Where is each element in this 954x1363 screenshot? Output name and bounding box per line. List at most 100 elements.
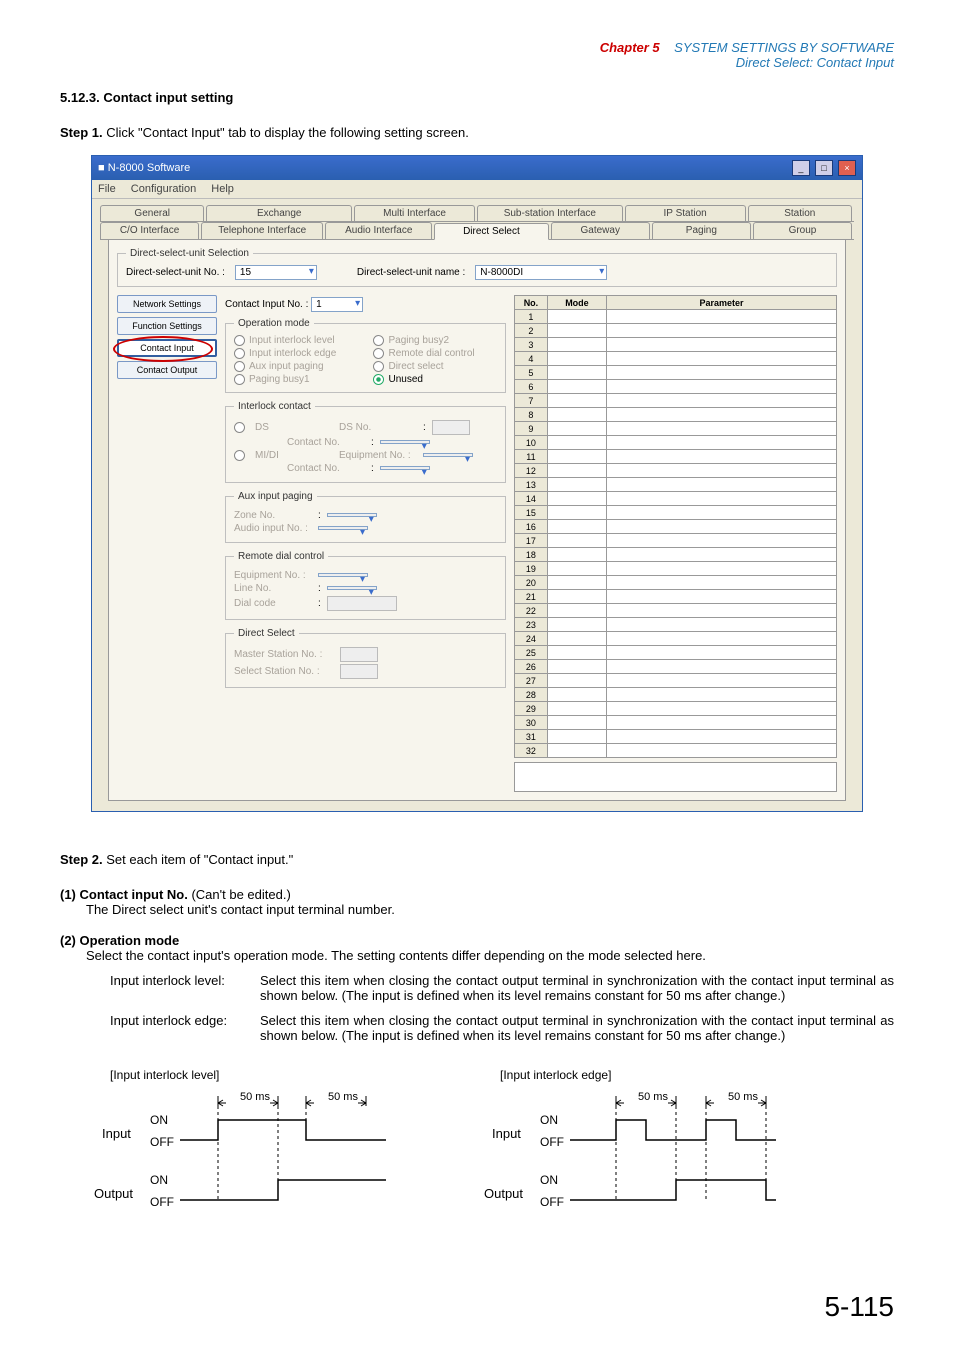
table-row[interactable]: 2 (514, 324, 836, 338)
cell-parameter (606, 660, 836, 674)
table-row[interactable]: 6 (514, 380, 836, 394)
cell-parameter (606, 688, 836, 702)
radio-unused[interactable]: Unused (373, 374, 496, 385)
radio-paging-busy2[interactable]: Paging busy2 (373, 335, 496, 346)
cell-no: 4 (514, 352, 547, 366)
table-row[interactable]: 7 (514, 394, 836, 408)
sidetab-network-settings[interactable]: Network Settings (117, 295, 217, 313)
tab-paging[interactable]: Paging (652, 222, 751, 239)
tab-general[interactable]: General (100, 205, 204, 221)
table-row[interactable]: 17 (514, 534, 836, 548)
menu-configuration[interactable]: Configuration (131, 183, 196, 195)
zone-no-combo[interactable] (327, 513, 377, 517)
cell-parameter (606, 352, 836, 366)
table-row[interactable]: 1 (514, 310, 836, 324)
data-table: No. Mode Parameter 123456789101112131415… (514, 295, 837, 758)
titlebar[interactable]: ■ N-8000 Software _ □ × (92, 156, 862, 180)
sidetab-contact-input[interactable]: Contact Input (117, 339, 217, 357)
tab-group[interactable]: Group (753, 222, 852, 239)
table-row[interactable]: 30 (514, 716, 836, 730)
table-row[interactable]: 21 (514, 590, 836, 604)
table-row[interactable]: 25 (514, 646, 836, 660)
tab-multi-interface[interactable]: Multi Interface (354, 205, 475, 221)
cell-no: 21 (514, 590, 547, 604)
tab-co-interface[interactable]: C/O Interface (100, 222, 199, 239)
table-row[interactable]: 14 (514, 492, 836, 506)
table-row[interactable]: 10 (514, 436, 836, 450)
radio-aux-input-paging[interactable]: Aux input paging (234, 361, 357, 372)
table-row[interactable]: 16 (514, 520, 836, 534)
table-row[interactable]: 32 (514, 744, 836, 758)
table-row[interactable]: 8 (514, 408, 836, 422)
radio-paging-busy1[interactable]: Paging busy1 (234, 374, 357, 385)
radio-midi[interactable]: MI/DI (255, 450, 333, 461)
table-row[interactable]: 9 (514, 422, 836, 436)
menu-help[interactable]: Help (211, 183, 234, 195)
sidetab-contact-output[interactable]: Contact Output (117, 361, 217, 379)
menu-file[interactable]: File (98, 183, 116, 195)
select-station-no-input[interactable] (340, 664, 378, 679)
table-row[interactable]: 23 (514, 618, 836, 632)
tab-direct-select[interactable]: Direct Select (434, 223, 549, 240)
cell-parameter (606, 562, 836, 576)
tab-exchange[interactable]: Exchange (206, 205, 352, 221)
interlock-contact-no-combo[interactable] (380, 440, 430, 444)
tab-audio-interface[interactable]: Audio Interface (325, 222, 432, 239)
master-station-no-input[interactable] (340, 647, 378, 662)
table-row[interactable]: 29 (514, 702, 836, 716)
table-row[interactable]: 27 (514, 674, 836, 688)
tab-telephone-interface[interactable]: Telephone Interface (201, 222, 323, 239)
maximize-button[interactable]: □ (815, 160, 833, 176)
table-row[interactable]: 31 (514, 730, 836, 744)
tab-gateway[interactable]: Gateway (551, 222, 650, 239)
cell-parameter (606, 576, 836, 590)
remote-equipment-no-combo[interactable] (318, 573, 368, 577)
table-row[interactable]: 11 (514, 450, 836, 464)
interlock-contact-legend: Interlock contact (234, 401, 315, 412)
unit-no-combo[interactable]: 15 (235, 265, 317, 280)
desc-row-2: Input interlock edge: Select this item w… (110, 1013, 894, 1043)
table-row[interactable]: 18 (514, 548, 836, 562)
dial-code-input[interactable] (327, 596, 397, 611)
table-row[interactable]: 19 (514, 562, 836, 576)
center-col: Contact Input No. : 1 Operation mode Inp… (225, 295, 506, 792)
cell-no: 11 (514, 450, 547, 464)
tab-station[interactable]: Station (748, 205, 852, 221)
radio-input-interlock-edge[interactable]: Input interlock edge (234, 348, 357, 359)
line-no-combo[interactable] (327, 586, 377, 590)
tab-ip-station[interactable]: IP Station (625, 205, 746, 221)
minimize-button[interactable]: _ (792, 160, 810, 176)
table-row[interactable]: 4 (514, 352, 836, 366)
ds-no-input[interactable] (432, 420, 470, 435)
radio-input-interlock-level[interactable]: Input interlock level (234, 335, 357, 346)
table-row[interactable]: 3 (514, 338, 836, 352)
cell-no: 13 (514, 478, 547, 492)
table-row[interactable]: 26 (514, 660, 836, 674)
radio-direct-select[interactable]: Direct select (373, 361, 496, 372)
table-row[interactable]: 24 (514, 632, 836, 646)
table-row[interactable]: 20 (514, 576, 836, 590)
e-on: ON (540, 1113, 558, 1127)
cell-mode (547, 422, 606, 436)
close-button[interactable]: × (838, 160, 856, 176)
radio-remote-dial-control[interactable]: Remote dial control (373, 348, 496, 359)
radio-ds[interactable]: DS (255, 422, 333, 433)
audio-input-no-combo[interactable] (318, 526, 368, 530)
table-row[interactable]: 22 (514, 604, 836, 618)
d-50ms-1: 50 ms (240, 1091, 270, 1103)
tab-substation-interface[interactable]: Sub-station Interface (477, 205, 623, 221)
cell-parameter (606, 548, 836, 562)
interlock-contact-no-label2: Contact No. (287, 463, 365, 474)
contact-input-no-combo[interactable]: 1 (311, 297, 363, 312)
table-row[interactable]: 28 (514, 688, 836, 702)
interlock-contact-no-combo2[interactable] (380, 466, 430, 470)
table-row[interactable]: 5 (514, 366, 836, 380)
equipment-no-combo[interactable] (423, 453, 473, 457)
remote-equipment-no-label: Equipment No. : (234, 570, 312, 581)
unit-name-combo[interactable]: N-8000DI (475, 265, 607, 280)
table-row[interactable]: 15 (514, 506, 836, 520)
table-row[interactable]: 12 (514, 464, 836, 478)
cell-mode (547, 674, 606, 688)
sidetab-function-settings[interactable]: Function Settings (117, 317, 217, 335)
table-row[interactable]: 13 (514, 478, 836, 492)
